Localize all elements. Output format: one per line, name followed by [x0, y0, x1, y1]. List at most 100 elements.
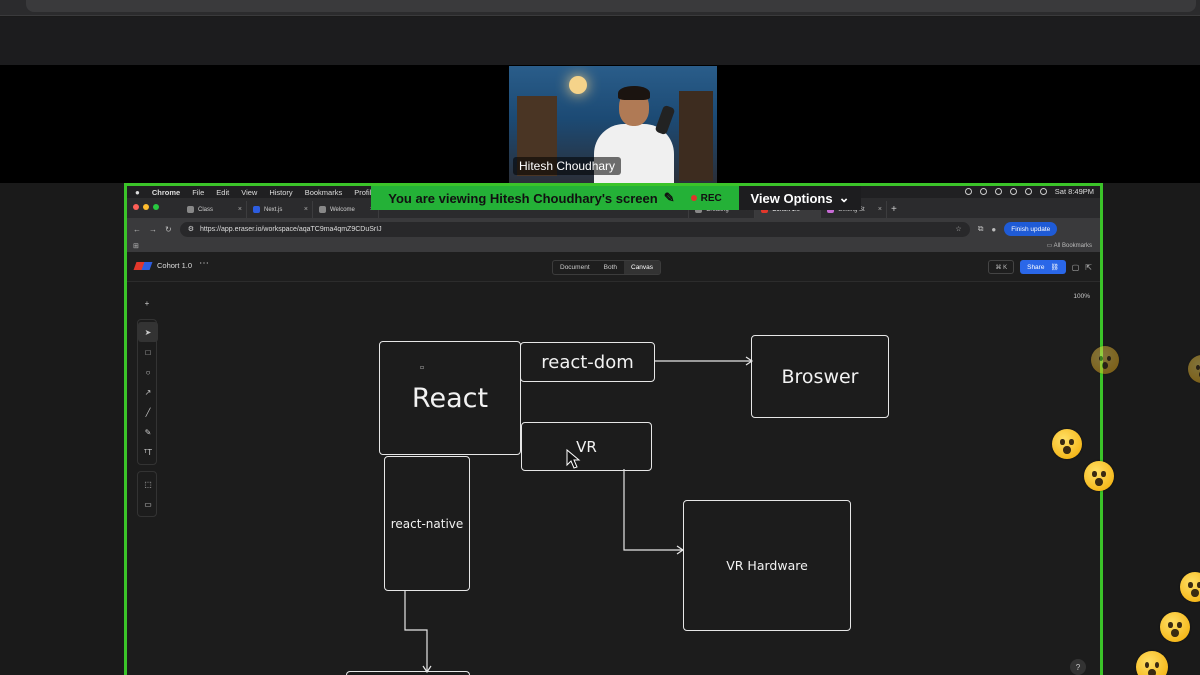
node-browser[interactable]: Broswer	[751, 335, 889, 418]
finish-update-button[interactable]: Finish update	[1004, 222, 1058, 236]
mode-both[interactable]: Both	[597, 261, 624, 274]
share-label: Share	[1027, 263, 1045, 271]
share-button[interactable]: Share ⛓	[1020, 260, 1066, 274]
address-row: ← → ↻ ⚙ https://app.eraser.io/workspace/…	[127, 218, 1100, 240]
shared-screen[interactable]: ● Chrome File Edit View History Bookmark…	[124, 183, 1103, 675]
node-react[interactable]: ▫ React	[379, 341, 521, 455]
eraser-app-header: Cohort 1.0 ⋯ Document Both Canvas ⌘ K Sh…	[127, 252, 1100, 282]
bookmarks-bar: ⊞ ▭ All Bookmarks	[127, 240, 1100, 252]
viewing-banner-text: You are viewing Hitesh Choudhary's scree…	[388, 190, 658, 206]
menubar-history[interactable]: History	[269, 188, 292, 197]
all-bookmarks[interactable]: ▭ All Bookmarks	[1047, 242, 1092, 249]
close-window-icon[interactable]	[133, 204, 139, 210]
presenter-name-tag: Hitesh Choudhary	[513, 157, 622, 175]
finish-update-label: Finish update	[1011, 225, 1051, 233]
eraser-logo-icon[interactable]	[133, 262, 153, 270]
cursor-icon	[566, 448, 581, 469]
chevron-down-icon: ⌄	[838, 190, 850, 205]
help-button[interactable]: ?	[1070, 659, 1086, 675]
export-icon[interactable]: ⇱	[1085, 263, 1092, 272]
bookmark-star-icon[interactable]: ☆	[955, 225, 961, 233]
pen-icon[interactable]: ✎	[664, 190, 675, 206]
edge-react-native-down	[404, 590, 428, 671]
rec-label: REC	[700, 192, 722, 204]
view-options-label: View Options	[750, 190, 833, 206]
lamp	[569, 76, 587, 94]
command-palette-button[interactable]: ⌘ K	[988, 260, 1015, 274]
apps-grid-icon[interactable]: ⊞	[133, 242, 139, 250]
edge-vr-to-vr-hardware	[623, 469, 682, 551]
diagram-canvas[interactable]: 100% + ➤ □ ○ ↗ ╱ ✎ ᵀT ⬚ ▭ ▫ React react-…	[127, 283, 1100, 675]
node-vr-hardware[interactable]: VR Hardware	[683, 500, 851, 631]
tray-icon[interactable]	[1009, 188, 1017, 195]
view-mode-toggle: Document Both Canvas	[552, 260, 662, 275]
browser-tab[interactable]: Welcome×	[313, 201, 379, 218]
tab-label: Next.js	[264, 206, 283, 213]
microphone	[654, 104, 676, 136]
close-tab-icon[interactable]: ×	[238, 206, 242, 213]
node-label: react-native	[390, 516, 464, 531]
maximize-window-icon[interactable]	[153, 204, 159, 210]
browser-tab[interactable]: Class ×	[181, 201, 247, 218]
host-address-pill	[26, 0, 1196, 12]
zoom-meeting-window: Hitesh Choudhary ● Chrome File Edit View…	[0, 0, 1200, 675]
tray-icon[interactable]	[979, 188, 987, 195]
close-tab-icon[interactable]: ×	[878, 206, 882, 213]
tray-icon[interactable]	[964, 188, 972, 195]
surprised-emoji-icon	[1160, 612, 1190, 642]
header-actions: ⌘ K Share ⛓ ▢ ⇱	[988, 260, 1092, 274]
tab-label: Class	[198, 206, 214, 213]
more-options-icon[interactable]: ⋯	[199, 258, 209, 269]
address-bar[interactable]: ⚙ https://app.eraser.io/workspace/aqaTC9…	[179, 221, 970, 237]
node-vr[interactable]: VR	[521, 422, 652, 471]
back-icon[interactable]: ←	[133, 225, 141, 234]
node-react-dom[interactable]: react-dom	[520, 342, 655, 382]
control-center-icon[interactable]	[1039, 188, 1047, 195]
menubar-bookmarks[interactable]: Bookmarks	[305, 188, 343, 197]
rec-indicator: REC	[690, 192, 722, 204]
mode-document[interactable]: Document	[553, 261, 597, 274]
tab-label: Welcome	[330, 206, 355, 213]
menubar-clock[interactable]: Sat 8:49PM	[1055, 187, 1094, 196]
minimize-window-icon[interactable]	[143, 204, 149, 210]
extensions-icon[interactable]: ⧉	[978, 224, 984, 234]
all-bookmarks-label: All Bookmarks	[1053, 243, 1092, 249]
comment-icon[interactable]: ▢	[1072, 263, 1080, 272]
rec-dot-icon	[690, 195, 697, 201]
site-info-icon[interactable]: ⚙	[188, 225, 194, 233]
presenter-video[interactable]: Hitesh Choudhary	[509, 66, 717, 183]
node-label: React	[411, 382, 489, 414]
tray-icon[interactable]	[994, 188, 1002, 195]
node-label: react-dom	[541, 351, 634, 373]
node-react-native[interactable]: react-native	[384, 456, 470, 591]
mode-canvas[interactable]: Canvas	[624, 261, 661, 274]
resize-handle-icon[interactable]: ▫	[420, 364, 424, 371]
menubar-app-name[interactable]: Chrome	[152, 188, 180, 197]
new-tab-button[interactable]: +	[891, 201, 897, 218]
host-toolbar	[0, 0, 1200, 16]
surprised-emoji-icon	[1136, 651, 1168, 675]
url-text: https://app.eraser.io/workspace/aqaTC9ma…	[199, 225, 382, 233]
node-partial[interactable]	[346, 671, 470, 675]
surprised-emoji-icon	[1091, 346, 1119, 374]
view-options-button[interactable]: View Options ⌄	[739, 186, 861, 210]
person-hair	[618, 86, 650, 100]
node-label: VR Hardware	[726, 558, 808, 573]
surprised-emoji-icon	[1052, 429, 1082, 459]
menubar-edit[interactable]: Edit	[216, 188, 229, 197]
forward-icon[interactable]: →	[149, 225, 157, 234]
favicon-icon	[319, 206, 326, 213]
reload-icon[interactable]: ↻	[165, 225, 172, 234]
browser-tab[interactable]: Next.js ×	[247, 201, 313, 218]
window-controls	[133, 204, 159, 210]
close-tab-icon[interactable]: ×	[304, 206, 308, 213]
bookshelf	[679, 91, 713, 181]
surprised-emoji-icon	[1084, 461, 1114, 491]
menubar-file[interactable]: File	[192, 188, 204, 197]
profile-avatar[interactable]: ●	[991, 225, 996, 234]
menubar-view[interactable]: View	[241, 188, 257, 197]
link-icon: ⛓	[1050, 264, 1059, 271]
file-title[interactable]: Cohort 1.0	[157, 261, 192, 270]
apple-icon[interactable]: ●	[135, 188, 140, 197]
wifi-icon[interactable]	[1024, 188, 1032, 195]
